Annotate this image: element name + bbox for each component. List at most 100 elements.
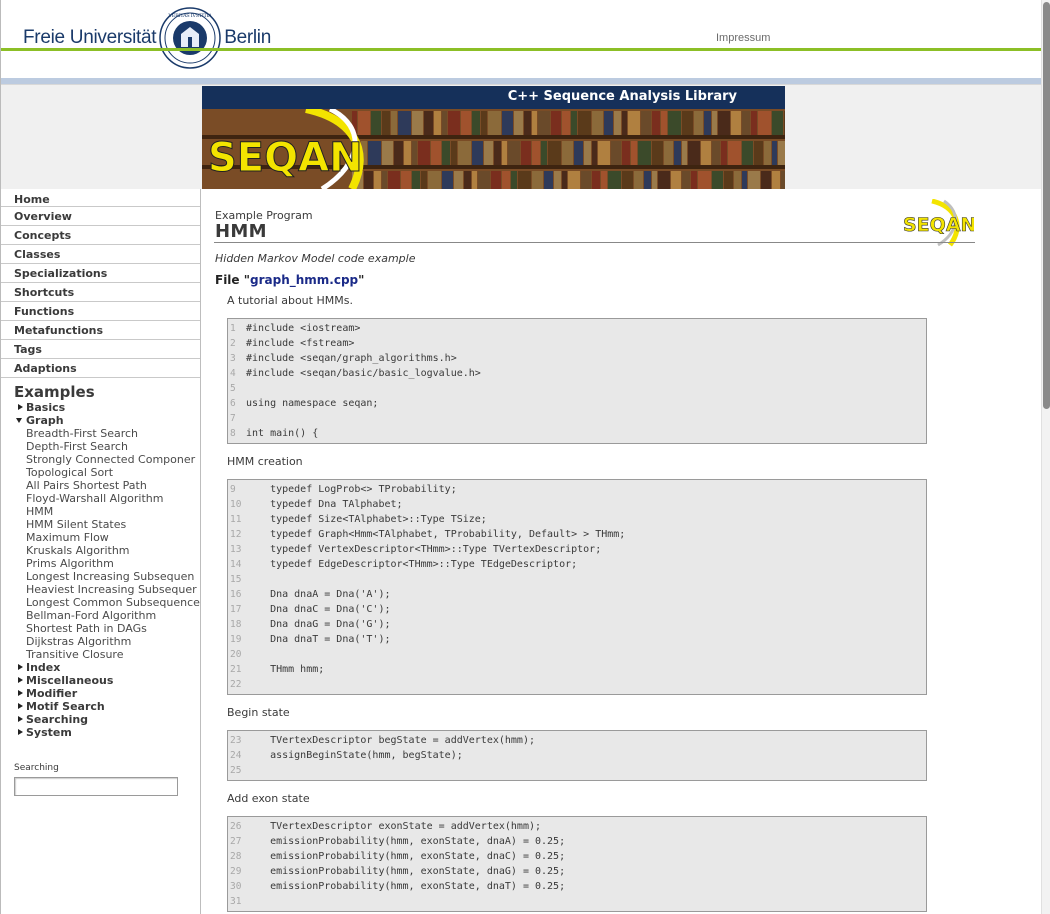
code-text: TVertexDescriptor begState = addVertex(h… <box>246 735 535 746</box>
vertical-scrollbar[interactable] <box>1041 0 1050 914</box>
banner-title: C++ Sequence Analysis Library <box>202 86 785 109</box>
tree-item[interactable]: HMM Silent States <box>1 518 201 531</box>
tree-item[interactable]: HMM <box>1 505 201 518</box>
file-link[interactable]: graph_hmm.cpp <box>250 273 358 287</box>
line-number: 6 <box>230 398 236 409</box>
tree-group-index[interactable]: Index <box>1 661 200 674</box>
tree-group-modifier[interactable]: Modifier <box>1 687 200 700</box>
line-number: 1 <box>230 323 236 334</box>
university-name-left: Freie Universität <box>23 27 157 48</box>
code-text: typedef Dna TAlphabet; <box>246 499 403 510</box>
tree-group-system[interactable]: System <box>1 726 200 739</box>
sidebar-item-metafunctions[interactable]: Metafunctions <box>1 321 200 340</box>
line-number: 29 <box>230 866 242 877</box>
scrollbar-thumb[interactable] <box>1043 2 1050 409</box>
sidebar-item-concepts[interactable]: Concepts <box>1 226 200 245</box>
sidebar: Home Overview Concepts Classes Specializatio… <box>1 189 201 914</box>
triangle-right-icon[interactable] <box>18 690 23 696</box>
code-line: 1 #include <iostream> <box>228 321 926 336</box>
tree-item[interactable]: Longest Increasing Subsequen <box>1 570 201 583</box>
code-line: 4 #include <seqan/basic/basic_logvalue.h> <box>228 366 926 381</box>
seqan-logo-text: SEQAN <box>208 135 363 181</box>
code-text: Dna dnaG = Dna('G'); <box>246 619 391 630</box>
code-text: #include <iostream> <box>246 323 361 334</box>
tree-item[interactable]: Kruskals Algorithm <box>1 544 201 557</box>
impressum-link[interactable]: Impressum <box>716 32 770 44</box>
tree-group-graph[interactable]: Graph <box>1 414 200 427</box>
line-number: 5 <box>230 383 236 394</box>
code-line: 15 <box>228 572 926 587</box>
tree-item[interactable]: Strongly Connected Componer <box>1 453 201 466</box>
line-number: 27 <box>230 836 242 847</box>
code-line: 20 <box>228 647 926 662</box>
tree-item[interactable]: All Pairs Shortest Path <box>1 479 201 492</box>
sidebar-item-overview[interactable]: Overview <box>1 207 200 226</box>
code-text: emissionProbability(hmm, exonState, dnaA… <box>246 836 566 847</box>
tree-item[interactable]: Shortest Path in DAGs <box>1 622 201 635</box>
line-number: 10 <box>230 499 242 510</box>
code-line: 21 THmm hmm; <box>228 662 926 677</box>
triangle-right-icon[interactable] <box>18 716 23 722</box>
code-text: typedef EdgeDescriptor<THmm>::Type TEdge… <box>246 559 578 570</box>
tree-group-label: Miscellaneous <box>26 674 114 687</box>
line-number: 7 <box>230 413 236 424</box>
code-line: 30 emissionProbability(hmm, exonState, d… <box>228 879 926 894</box>
search-input[interactable] <box>14 777 178 796</box>
line-number: 28 <box>230 851 242 862</box>
code-line: 27 emissionProbability(hmm, exonState, d… <box>228 834 926 849</box>
triangle-right-icon[interactable] <box>18 677 23 683</box>
seqan-banner: C++ Sequence Analysis Library SEQAN <box>202 86 785 189</box>
line-number: 19 <box>230 634 242 645</box>
triangle-right-icon[interactable] <box>18 404 23 410</box>
tree-group-searching[interactable]: Searching <box>1 713 200 726</box>
code-text: emissionProbability(hmm, exonState, dnaT… <box>246 881 566 892</box>
sidebar-item-specializations[interactable]: Specializations <box>1 264 200 283</box>
tree-item[interactable]: Depth-First Search <box>1 440 201 453</box>
code-text: Dna dnaA = Dna('A'); <box>246 589 391 600</box>
code-text: typedef VertexDescriptor<THmm>::Type TVe… <box>246 544 602 555</box>
sidebar-nav: Home Overview Concepts Classes Specializatio… <box>1 189 200 378</box>
code-text: TVertexDescriptor exonState = addVertex(… <box>246 821 542 832</box>
code-text: #include <seqan/basic/basic_logvalue.h> <box>246 368 481 379</box>
code-text: typedef LogProb<> TProbability; <box>246 484 457 495</box>
triangle-right-icon[interactable] <box>18 664 23 670</box>
tree-group-basics[interactable]: Basics <box>1 401 200 414</box>
fu-berlin-logo[interactable]: Freie Universität VERITAS IVSTITIA Berli… <box>23 6 271 70</box>
tree-item[interactable]: Heaviest Increasing Subsequer <box>1 583 201 596</box>
tree-item[interactable]: Bellman-Ford Algorithm <box>1 609 201 622</box>
line-number: 18 <box>230 619 242 630</box>
tree-item[interactable]: Breadth-First Search <box>1 427 201 440</box>
browser-page: Freie Universität VERITAS IVSTITIA Berli… <box>0 0 1050 914</box>
code-line: 23 TVertexDescriptor begState = addVerte… <box>228 733 926 748</box>
sidebar-item-adaptions[interactable]: Adaptions <box>1 359 200 378</box>
file-suffix: " <box>358 273 365 287</box>
sidebar-item-classes[interactable]: Classes <box>1 245 200 264</box>
triangle-right-icon[interactable] <box>18 703 23 709</box>
tree-item[interactable]: Prims Algorithm <box>1 557 201 570</box>
sidebar-item-tags[interactable]: Tags <box>1 340 200 359</box>
line-number: 25 <box>230 765 242 776</box>
tree-item[interactable]: Transitive Closure <box>1 648 201 661</box>
tree-group-miscellaneous[interactable]: Miscellaneous <box>1 674 200 687</box>
code-line: 17 Dna dnaC = Dna('C'); <box>228 602 926 617</box>
code-block: 23 TVertexDescriptor begState = addVerte… <box>227 730 927 781</box>
tree-item[interactable]: Floyd-Warshall Algorithm <box>1 492 201 505</box>
triangle-right-icon[interactable] <box>18 729 23 735</box>
code-line: 19 Dna dnaT = Dna('T'); <box>228 632 926 647</box>
tree-item[interactable]: Longest Common Subsequence <box>1 596 201 609</box>
tree-item[interactable]: Dijkstras Algorithm <box>1 635 201 648</box>
tree-group-label: Searching <box>26 713 89 726</box>
sidebar-item-home[interactable]: Home <box>1 189 200 207</box>
tree-item[interactable]: Topological Sort <box>1 466 201 479</box>
code-text: #include <fstream> <box>246 338 355 349</box>
code-text: emissionProbability(hmm, exonState, dnaG… <box>246 866 566 877</box>
code-block: 9 typedef LogProb<> TProbability; 10 type… <box>227 479 927 695</box>
sidebar-item-functions[interactable]: Functions <box>1 302 200 321</box>
tree-group-motif-search[interactable]: Motif Search <box>1 700 200 713</box>
code-text: emissionProbability(hmm, exonState, dnaC… <box>246 851 566 862</box>
tree-item[interactable]: Maximum Flow <box>1 531 201 544</box>
triangle-down-icon[interactable] <box>16 418 22 423</box>
code-line: 8 int main() { <box>228 426 926 441</box>
line-number: 13 <box>230 544 242 555</box>
sidebar-item-shortcuts[interactable]: Shortcuts <box>1 283 200 302</box>
